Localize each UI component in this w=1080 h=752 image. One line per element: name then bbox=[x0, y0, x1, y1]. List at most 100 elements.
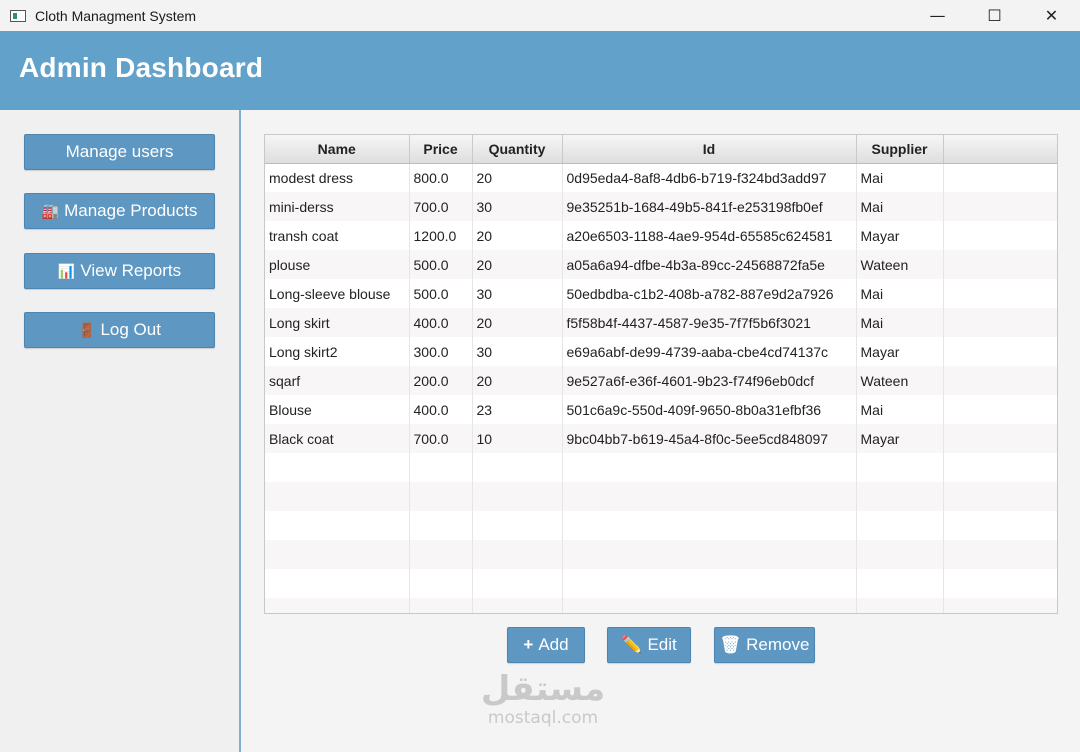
cell-filler bbox=[943, 511, 1057, 540]
cell-id: 9e527a6f-e36f-4601-9b23-f74f96eb0dcf bbox=[562, 366, 857, 395]
cell-id: 501c6a9c-550d-409f-9650-8b0a31efbf36 bbox=[562, 395, 857, 424]
cell-name: Blouse bbox=[265, 395, 410, 424]
empty-table-row bbox=[265, 511, 1057, 540]
cell-quantity bbox=[472, 540, 563, 569]
cell-name: Long skirt2 bbox=[265, 337, 410, 366]
cell-price bbox=[409, 540, 473, 569]
close-button[interactable]: ✕ bbox=[1023, 0, 1080, 31]
cell-name: transh coat bbox=[265, 221, 410, 250]
main-content: Name Price Quantity Id Supplier modest d… bbox=[243, 110, 1080, 752]
table-row[interactable]: plouse 500.0 20 a05a6a94-dfbe-4b3a-89cc-245… bbox=[265, 250, 1057, 279]
cell-name: plouse bbox=[265, 250, 410, 279]
cell-quantity: 23 bbox=[472, 395, 563, 424]
manage-users-button[interactable]: Manage users bbox=[24, 134, 215, 170]
cell-price: 500.0 bbox=[409, 250, 473, 279]
cell-id: 9e35251b-1684-49b5-841f-e253198fb0ef bbox=[562, 192, 857, 221]
cell-filler bbox=[943, 308, 1057, 337]
maximize-button[interactable]: ☐ bbox=[966, 0, 1023, 31]
app-icon bbox=[10, 9, 26, 22]
cell-quantity: 30 bbox=[472, 337, 563, 366]
cell-filler bbox=[943, 279, 1057, 308]
cell-price: 400.0 bbox=[409, 395, 473, 424]
cell-quantity: 30 bbox=[472, 192, 563, 221]
pencil-icon: ✏️ bbox=[621, 635, 643, 654]
cell-supplier: Wateen bbox=[856, 250, 944, 279]
cell-id bbox=[562, 569, 857, 598]
table-row[interactable]: transh coat 1200.0 20 a20e6503-1188-4ae9-95… bbox=[265, 221, 1057, 250]
cell-quantity bbox=[472, 453, 563, 482]
cell-quantity: 20 bbox=[472, 366, 563, 395]
cell-price: 400.0 bbox=[409, 308, 473, 337]
table-row[interactable]: mini-derss 700.0 30 9e35251b-1684-49b5-841f… bbox=[265, 192, 1057, 221]
column-header-supplier[interactable]: Supplier bbox=[856, 135, 944, 164]
cell-supplier: Mai bbox=[856, 279, 944, 308]
products-table-container: Name Price Quantity Id Supplier modest d… bbox=[264, 134, 1058, 614]
cell-supplier bbox=[856, 598, 944, 613]
cell-price: 300.0 bbox=[409, 337, 473, 366]
view-reports-label: View Reports bbox=[80, 261, 182, 280]
cell-supplier bbox=[856, 569, 944, 598]
edit-button[interactable]: ✏️ Edit bbox=[607, 627, 691, 663]
empty-table-row bbox=[265, 482, 1057, 511]
cell-quantity bbox=[472, 511, 563, 540]
cell-price: 200.0 bbox=[409, 366, 473, 395]
minimize-button[interactable]: — bbox=[909, 0, 966, 31]
cell-id: a20e6503-1188-4ae9-954d-65585c624581 bbox=[562, 221, 857, 250]
column-header-name[interactable]: Name bbox=[265, 135, 410, 164]
view-reports-button[interactable]: 📊 View Reports bbox=[24, 253, 215, 289]
manage-products-button[interactable]: 🏭 Manage Products bbox=[24, 193, 215, 229]
cell-price: 700.0 bbox=[409, 192, 473, 221]
log-out-label: Log Out bbox=[100, 320, 161, 339]
table-row[interactable]: Long skirt 400.0 20 f5f58b4f-4437-4587-9e35… bbox=[265, 308, 1057, 337]
watermark-latin: mostaql.com bbox=[487, 708, 599, 728]
column-header-price[interactable]: Price bbox=[409, 135, 473, 164]
log-out-button[interactable]: 🚪 Log Out bbox=[24, 312, 215, 348]
cell-quantity: 20 bbox=[472, 163, 563, 192]
cell-price: 700.0 bbox=[409, 424, 473, 453]
watermark: مستقل mostaql.com bbox=[473, 670, 613, 728]
table-row[interactable]: modest dress 800.0 20 0d95eda4-8af8-4db6-b7… bbox=[265, 163, 1057, 192]
table-body: modest dress 800.0 20 0d95eda4-8af8-4db6-b7… bbox=[265, 163, 1057, 613]
plus-icon: + bbox=[523, 635, 534, 654]
column-header-id[interactable]: Id bbox=[562, 135, 857, 164]
cell-name: mini-derss bbox=[265, 192, 410, 221]
add-button[interactable]: + Add bbox=[507, 627, 585, 663]
cell-id: 50edbdba-c1b2-408b-a782-887e9d2a7926 bbox=[562, 279, 857, 308]
empty-table-row bbox=[265, 569, 1057, 598]
cell-quantity: 20 bbox=[472, 308, 563, 337]
empty-table-row bbox=[265, 453, 1057, 482]
table-row[interactable]: Long-sleeve blouse 500.0 30 50edbdba-c1b2-4… bbox=[265, 279, 1057, 308]
cell-supplier: Mayar bbox=[856, 221, 944, 250]
cell-name bbox=[265, 540, 410, 569]
trash-icon: 🗑 bbox=[719, 635, 742, 654]
table-row[interactable]: Black coat 700.0 10 9bc04bb7-b619-45a4-8f0c… bbox=[265, 424, 1057, 453]
cell-supplier: Wateen bbox=[856, 366, 944, 395]
cell-filler bbox=[943, 482, 1057, 511]
cell-quantity: 20 bbox=[472, 250, 563, 279]
manage-users-label: Manage users bbox=[65, 142, 174, 161]
remove-button[interactable]: 🗑 Remove bbox=[714, 627, 815, 663]
cell-id: 9bc04bb7-b619-45a4-8f0c-5ee5cd848097 bbox=[562, 424, 857, 453]
watermark-arabic: مستقل bbox=[480, 669, 606, 709]
cell-filler bbox=[943, 598, 1057, 613]
cell-quantity: 20 bbox=[472, 221, 563, 250]
table-row[interactable]: Blouse 400.0 23 501c6a9c-550d-409f-9650-8b0… bbox=[265, 395, 1057, 424]
cell-id bbox=[562, 598, 857, 613]
table-row[interactable]: Long skirt2 300.0 30 e69a6abf-de99-4739-aab… bbox=[265, 337, 1057, 366]
empty-table-row bbox=[265, 540, 1057, 569]
table-row[interactable]: sqarf 200.0 20 9e527a6f-e36f-4601-9b23-f74f… bbox=[265, 366, 1057, 395]
page-title: Admin Dashboard bbox=[19, 52, 264, 83]
cell-price: 1200.0 bbox=[409, 221, 473, 250]
door-icon: 🚪 bbox=[78, 321, 96, 338]
cell-name bbox=[265, 511, 410, 540]
window-controls: — ☐ ✕ bbox=[909, 0, 1080, 31]
cell-id: a05a6a94-dfbe-4b3a-89cc-24568872fa5e bbox=[562, 250, 857, 279]
column-header-quantity[interactable]: Quantity bbox=[472, 135, 563, 164]
cell-id bbox=[562, 482, 857, 511]
cell-filler bbox=[943, 192, 1057, 221]
cell-filler bbox=[943, 221, 1057, 250]
cell-name bbox=[265, 598, 410, 613]
window-titlebar: Cloth Managment System — ☐ ✕ bbox=[0, 0, 1080, 31]
products-table: Name Price Quantity Id Supplier modest d… bbox=[265, 135, 1057, 613]
cell-filler bbox=[943, 569, 1057, 598]
